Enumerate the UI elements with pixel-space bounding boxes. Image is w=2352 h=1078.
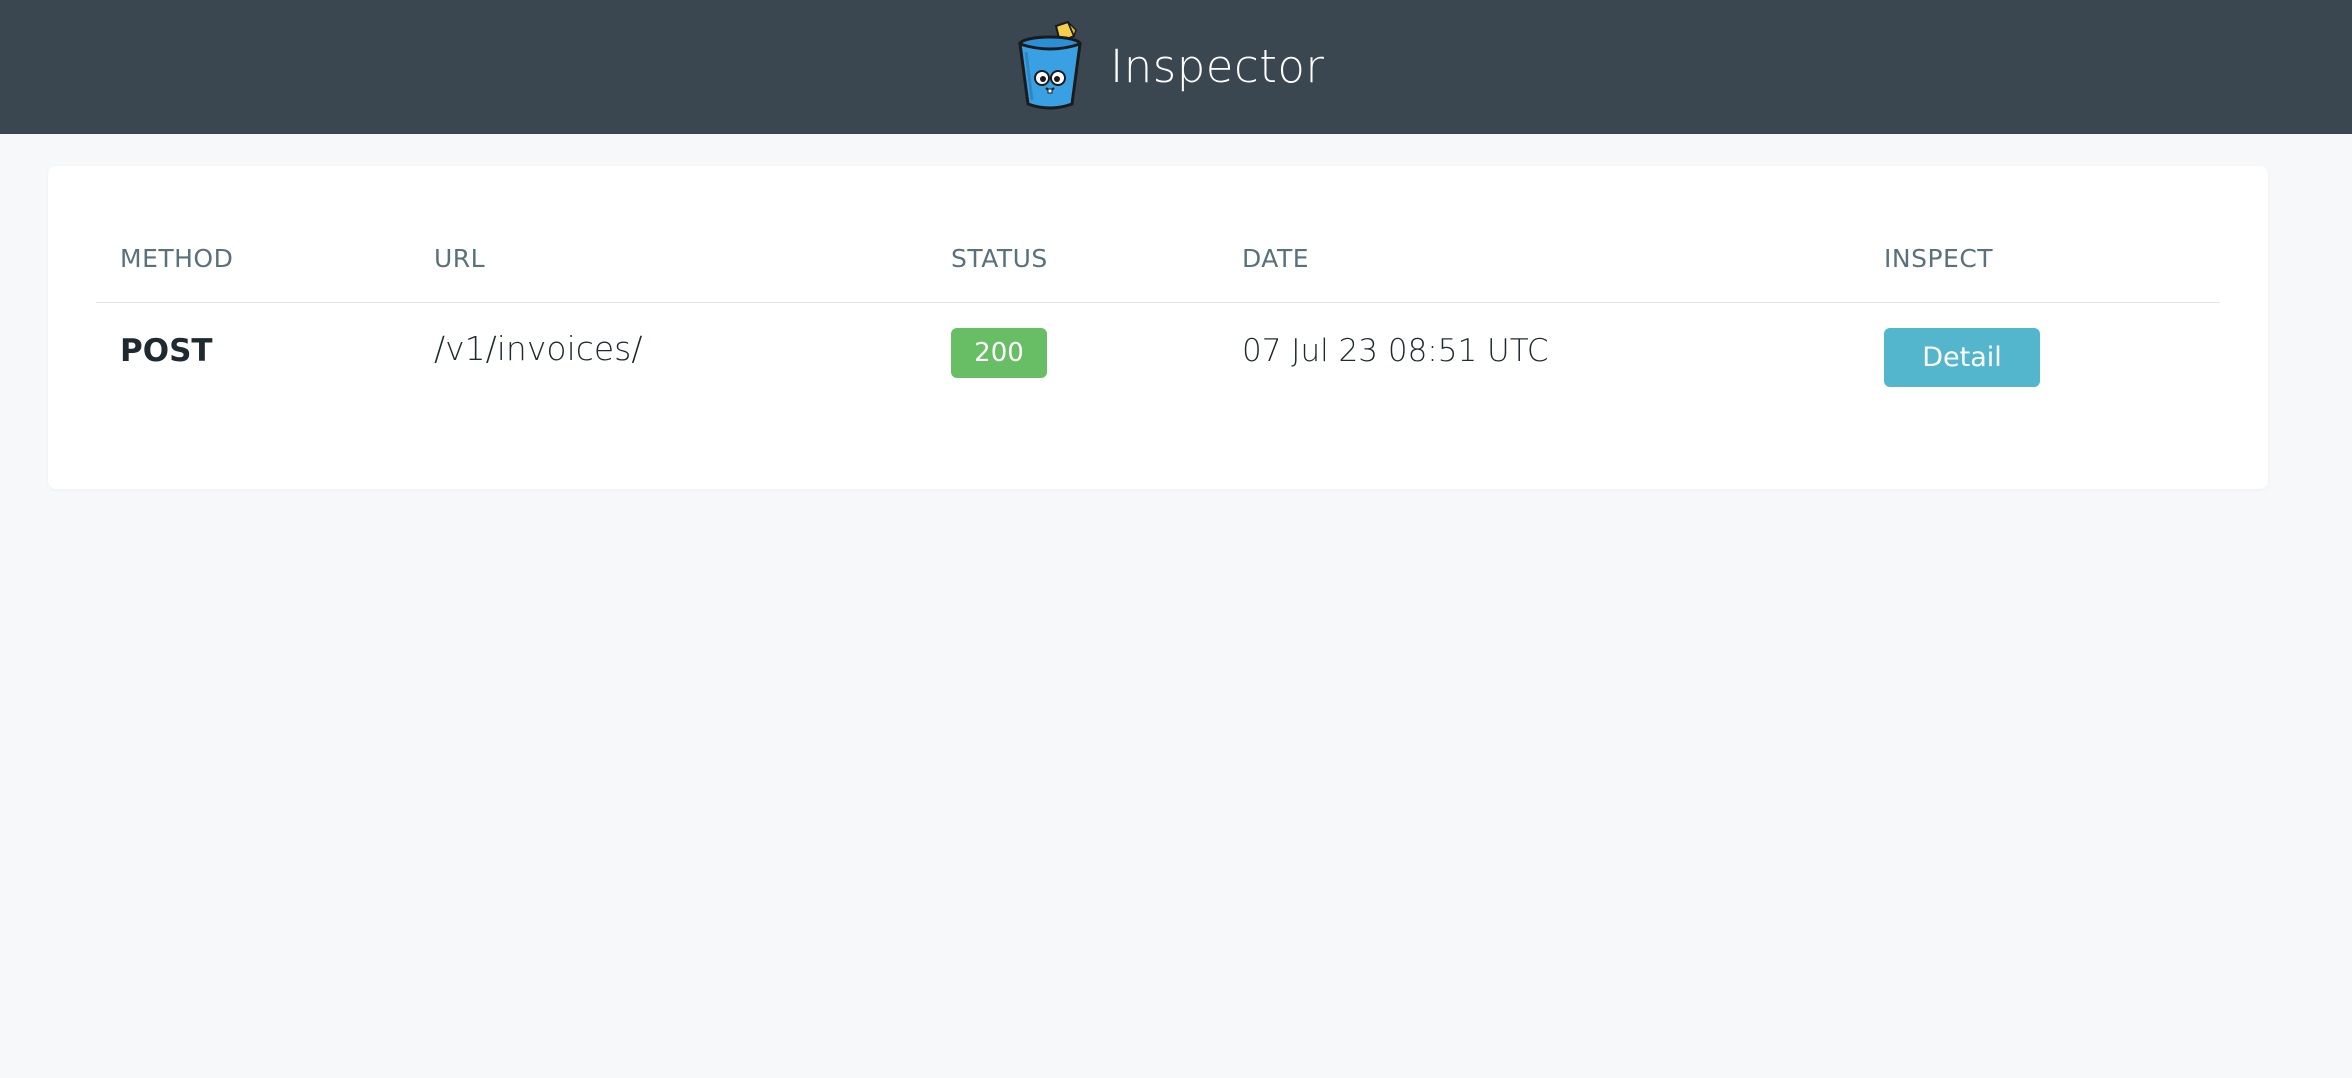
request-method: POST <box>120 333 213 369</box>
detail-button[interactable]: Detail <box>1884 328 2040 387</box>
app-title: Inspector <box>1110 39 1325 93</box>
table-row: POST /v1/invoices/ 200 07 Jul 23 08:51 U… <box>96 303 2220 399</box>
column-header-method: METHOD <box>120 244 234 273</box>
requests-card: METHOD URL STATUS DATE INSPECT POST /v1/… <box>48 166 2268 489</box>
requests-table: METHOD URL STATUS DATE INSPECT POST /v1/… <box>96 236 2220 399</box>
request-date: 07 Jul 23 08:51 UTC <box>1242 333 1549 369</box>
request-url: /v1/invoices/ <box>434 329 643 368</box>
column-header-url: URL <box>434 244 486 273</box>
column-header-date: DATE <box>1242 244 1310 273</box>
bucket-mascot-icon <box>1018 20 1082 110</box>
brand: Inspector <box>1016 20 1324 112</box>
status-badge: 200 <box>951 328 1047 378</box>
table-header: METHOD URL STATUS DATE INSPECT <box>96 236 2220 303</box>
column-header-inspect: INSPECT <box>1884 244 1994 273</box>
top-navbar: Inspector <box>0 0 2352 134</box>
column-header-status: STATUS <box>951 244 1048 273</box>
